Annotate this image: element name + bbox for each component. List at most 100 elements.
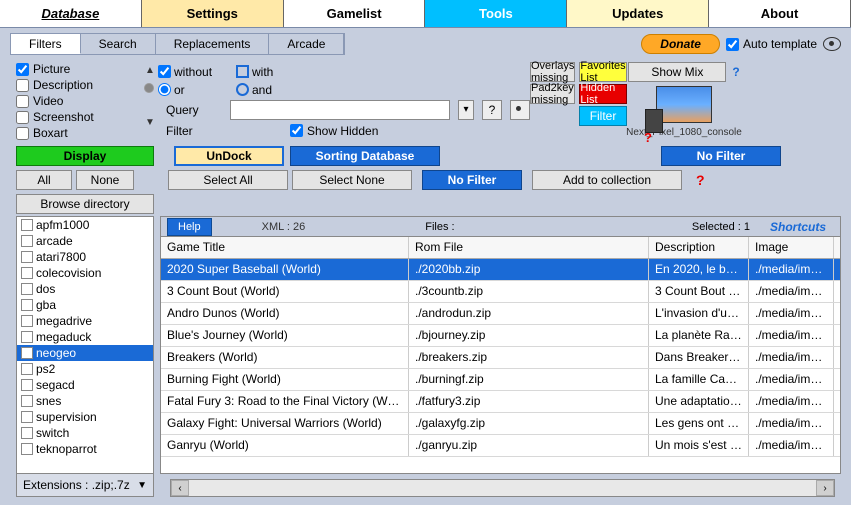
preview-eye-icon[interactable] [823,37,841,51]
header-rom-file[interactable]: Rom File [409,237,649,258]
sorting-database-button[interactable]: Sorting Database [290,146,440,166]
console-checkbox[interactable] [21,443,33,455]
query-dropdown-icon[interactable]: ▾ [458,100,474,120]
console-item-snes[interactable]: snes [17,393,153,409]
add-to-collection-button[interactable]: Add to collection [532,170,682,190]
header-description[interactable]: Description [649,237,749,258]
console-item-supervision[interactable]: supervision [17,409,153,425]
and-radio-icon[interactable] [236,83,249,96]
extensions-expand-icon[interactable]: ▼ [137,480,147,491]
console-checkbox[interactable] [21,251,33,263]
check-picture[interactable]: Picture [16,62,136,76]
no-filter-button[interactable]: No Filter [422,170,522,190]
console-checkbox[interactable] [21,267,33,279]
check-boxart[interactable]: Boxart [16,126,136,140]
table-row[interactable]: Breakers (World)./breakers.zipDans Break… [161,347,840,369]
console-item-gba[interactable]: gba [17,297,153,313]
display-button[interactable]: Display [16,146,154,166]
table-row[interactable]: Andro Dunos (World)./androdun.zipL'invas… [161,303,840,325]
with-checkbox-icon[interactable] [236,65,249,78]
undock-button[interactable]: UnDock [174,146,284,166]
header-image[interactable]: Image [749,237,834,258]
mix-help-icon[interactable]: ? [732,65,739,79]
console-checkbox[interactable] [21,379,33,391]
table-row[interactable]: Ganryu (World)./ganryu.zipUn mois s'est … [161,435,840,457]
console-item-segacd[interactable]: segacd [17,377,153,393]
console-item-megaduck[interactable]: megaduck [17,329,153,345]
collection-help-icon[interactable]: ? [696,172,705,188]
select-all-button[interactable]: Select All [168,170,288,190]
and-radio[interactable]: and [236,83,272,97]
console-item-dos[interactable]: dos [17,281,153,297]
pad2key-missing-button[interactable]: Pad2key missing [530,84,575,104]
console-checkbox[interactable] [21,331,33,343]
table-row[interactable]: Burning Fight (World)./burningf.zipLa fa… [161,369,840,391]
table-row[interactable]: Galaxy Fight: Universal Warriors (World)… [161,413,840,435]
table-row[interactable]: Blue's Journey (World)./bjourney.zipLa p… [161,325,840,347]
auto-template-check[interactable]: Auto template [726,37,817,51]
console-item-colecovision[interactable]: colecovision [17,265,153,281]
check-description[interactable]: Description [16,78,136,92]
show-mix-button[interactable]: Show Mix [628,62,726,82]
horizontal-scrollbar[interactable]: ‹ › [170,479,835,497]
console-checkbox[interactable] [21,395,33,407]
table-row[interactable]: 2020 Super Baseball (World)./2020bb.zipE… [161,259,840,281]
help-link[interactable]: Help [167,218,212,236]
console-checkbox[interactable] [21,411,33,423]
console-item-apfm1000[interactable]: apfm1000 [17,217,153,233]
or-radio[interactable]: or [158,83,228,97]
hidden-list-button[interactable]: Hidden List [579,84,626,104]
select-none-button[interactable]: Select None [292,170,412,190]
show-hidden-check[interactable]: Show Hidden [290,124,378,138]
console-checkbox[interactable] [21,347,33,359]
shortcuts-link[interactable]: Shortcuts [770,220,826,234]
scroll-left-icon[interactable]: ‹ [171,480,189,496]
tab-database[interactable]: Database [0,0,142,27]
tab-tools[interactable]: Tools [425,0,567,27]
console-checkbox[interactable] [21,363,33,375]
console-item-switch[interactable]: switch [17,425,153,441]
tab-updates[interactable]: Updates [567,0,709,27]
extensions-panel[interactable]: Extensions : .zip;.7z ▼ [16,473,154,497]
console-checkbox[interactable] [21,315,33,327]
console-item-teknoparrot[interactable]: teknoparrot [17,441,153,457]
tab-about[interactable]: About [709,0,851,27]
query-help-button[interactable]: ? [482,100,502,120]
subtab-filters[interactable]: Filters [11,34,81,54]
browse-directory-button[interactable]: Browse directory [16,194,154,214]
console-list[interactable]: apfm1000arcadeatari7800colecovisiondosgb… [16,216,154,474]
subtab-replacements[interactable]: Replacements [156,34,270,54]
all-button[interactable]: All [16,170,72,190]
expand-filter-icon[interactable]: ▼ [144,117,156,129]
console-checkbox[interactable] [21,219,33,231]
expand-row2-icon[interactable] [144,83,154,93]
console-checkbox[interactable] [21,299,33,311]
grid-body[interactable]: 2020 Super Baseball (World)./2020bb.zipE… [161,259,840,473]
tab-gamelist[interactable]: Gamelist [284,0,426,27]
scroll-right-icon[interactable]: › [816,480,834,496]
console-item-arcade[interactable]: arcade [17,233,153,249]
subtab-arcade[interactable]: Arcade [269,34,344,54]
no-filter-top-button[interactable]: No Filter [661,146,781,166]
donate-button[interactable]: Donate [641,34,720,54]
check-screenshot[interactable]: Screenshot [16,110,136,124]
table-row[interactable]: 3 Count Bout (World)./3countb.zip3 Count… [161,281,840,303]
favorites-list-button[interactable]: Favorites List [579,62,626,82]
check-video[interactable]: Video [16,94,136,108]
console-item-ps2[interactable]: ps2 [17,361,153,377]
subtab-search[interactable]: Search [81,34,156,54]
expand-row1-icon[interactable]: ▲ [144,65,156,77]
console-checkbox[interactable] [21,283,33,295]
overlays-missing-button[interactable]: Overlays missing [530,62,575,82]
query-preview-button[interactable] [510,100,530,120]
filter-button[interactable]: Filter [579,106,626,126]
tab-settings[interactable]: Settings [142,0,284,27]
console-checkbox[interactable] [21,427,33,439]
console-item-atari7800[interactable]: atari7800 [17,249,153,265]
console-item-neogeo[interactable]: neogeo [17,345,153,361]
query-input[interactable] [230,100,450,120]
scroll-track[interactable] [189,480,816,496]
none-button[interactable]: None [76,170,134,190]
without-check[interactable]: without [158,65,228,79]
table-row[interactable]: Fatal Fury 3: Road to the Final Victory … [161,391,840,413]
